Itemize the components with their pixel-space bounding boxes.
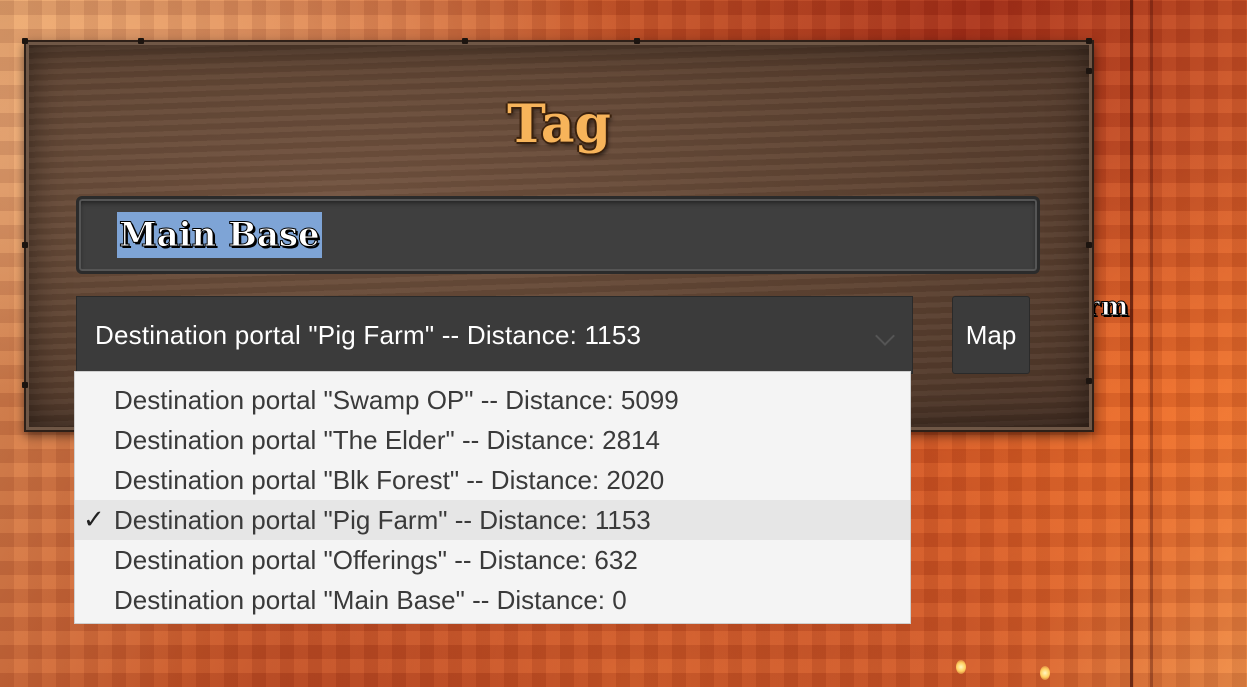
panel-rivet: [1086, 242, 1092, 248]
checkmark-icon: ✓: [83, 505, 105, 535]
destination-option[interactable]: Destination portal "Offerings" -- Distan…: [75, 540, 910, 580]
dialog-title: Tag: [507, 94, 611, 155]
torch-spark: [956, 660, 966, 674]
destination-option-label: Destination portal "Swamp OP" -- Distanc…: [114, 385, 679, 415]
destination-option[interactable]: Destination portal "Main Base" -- Distan…: [75, 580, 910, 620]
panel-rivet: [1086, 68, 1092, 74]
panel-rivet: [22, 242, 28, 248]
destination-option[interactable]: Destination portal "Swamp OP" -- Distanc…: [75, 380, 910, 420]
panel-rivet: [1086, 38, 1092, 44]
destination-option-label: Destination portal "The Elder" -- Distan…: [114, 425, 660, 455]
destination-option-label: Destination portal "Offerings" -- Distan…: [114, 545, 638, 575]
destination-option-label: Destination portal "Pig Farm" -- Distanc…: [114, 505, 651, 535]
destination-option-selected[interactable]: ✓ Destination portal "Pig Farm" -- Dista…: [75, 500, 910, 540]
destination-portal-dropdown[interactable]: Destination portal "Pig Farm" -- Distanc…: [76, 296, 913, 374]
panel-rivet: [22, 382, 28, 388]
panel-rivet: [634, 38, 640, 44]
background-beam: [1130, 0, 1133, 687]
panel-rivet: [1086, 378, 1092, 384]
destination-option[interactable]: Destination portal "Blk Forest" -- Dista…: [75, 460, 910, 500]
tag-name-input[interactable]: Main Base: [76, 196, 1040, 274]
panel-rivet: [462, 38, 468, 44]
panel-rivet: [22, 38, 28, 44]
destination-option[interactable]: Destination portal "The Elder" -- Distan…: [75, 420, 910, 460]
chevron-down-icon: [875, 326, 895, 346]
destination-options-list: Destination portal "Swamp OP" -- Distanc…: [74, 371, 911, 624]
background-beam: [1150, 0, 1153, 687]
map-button[interactable]: Map: [952, 296, 1030, 374]
destination-option-label: Destination portal "Main Base" -- Distan…: [114, 585, 627, 615]
destination-selected-value: Destination portal "Pig Farm" -- Distanc…: [95, 319, 642, 350]
torch-spark: [1040, 666, 1050, 680]
destination-option-label: Destination portal "Blk Forest" -- Dista…: [114, 465, 665, 495]
panel-rivet: [138, 38, 144, 44]
tag-name-value[interactable]: Main Base: [117, 212, 322, 258]
